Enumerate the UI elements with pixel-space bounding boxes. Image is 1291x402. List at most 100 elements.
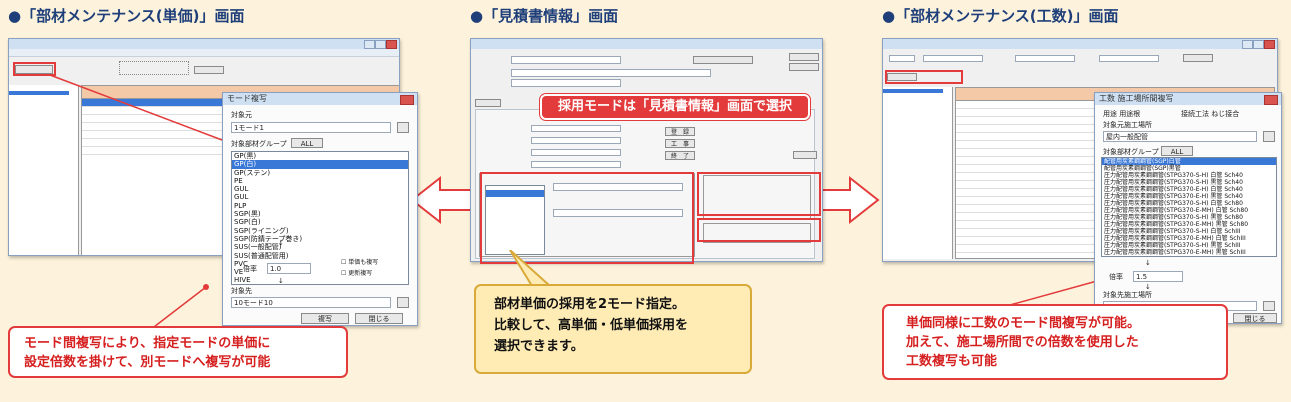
target-picker-button[interactable] <box>397 297 409 308</box>
list-item[interactable]: 圧力配管用炭素鋼鋼管(STPG370-E-MH) 白管 Sch80 <box>1102 207 1276 214</box>
right-callout-line1: 単価同様に工数のモード間複写が可能。 <box>906 316 1141 331</box>
end-button[interactable]: 終 了 <box>665 151 695 160</box>
list-item[interactable]: 圧力配管用炭素鋼鋼管(STPG370-S-H) 白管 Sch80 <box>1102 200 1276 207</box>
list-item[interactable]: SUS(普通配管用) <box>232 252 408 260</box>
list-item[interactable]: VE <box>232 268 408 276</box>
list-item[interactable]: 配管用炭素鋼鋼管(SGP)黒管 <box>1102 165 1276 172</box>
check-update-copy[interactable]: ☐ 更新複写 <box>341 270 372 278</box>
list-item[interactable]: 圧力配管用炭素鋼鋼管(STPG370-E-MH) 黒管 SchIII <box>1102 249 1276 256</box>
labor-dialog-close-button[interactable] <box>1264 95 1278 105</box>
list-item[interactable]: 圧力配管用炭素鋼鋼管(STPG370-E-MH) 白管 SchIII <box>1102 235 1276 242</box>
ok-button[interactable] <box>789 53 819 61</box>
usage-label: 用途 用途根 <box>1103 110 1141 118</box>
list-item[interactable]: PLP <box>232 202 408 210</box>
estimate-title <box>471 39 822 49</box>
left-callout: モード間複写により、指定モードの単価に 設定倍数を掛けて、別モードへ複写が可能 <box>8 326 348 378</box>
filter-field-2[interactable] <box>923 55 983 62</box>
list-item[interactable]: HIVE <box>232 276 408 284</box>
filter-field-4[interactable] <box>1099 55 1159 62</box>
list-item[interactable]: SGP(ライニング) <box>232 227 408 235</box>
project-name-field[interactable] <box>511 69 711 77</box>
mode4-field[interactable] <box>531 161 621 168</box>
middle-callout-line1: 部材単価の採用を2モード指定。 <box>494 297 686 312</box>
method-value: ねじ接合 <box>1211 110 1240 118</box>
target-place-label: 対象先施工場所 <box>1103 291 1152 299</box>
labor-dialog-title: 工数 施工場所間複写 <box>1095 93 1281 105</box>
list-item[interactable]: 圧力配管用炭素鋼鋼管(STPG370-E-H) 黒管 Sch40 <box>1102 193 1276 200</box>
labor-window-titlebar <box>883 39 1277 49</box>
ratio-input[interactable]: 1.0 <box>267 263 311 274</box>
list-item[interactable]: 圧力配管用炭素鋼鋼管(STPG370-E-MH) 黒管 Sch80 <box>1102 221 1276 228</box>
ratio-label: 倍率 <box>243 265 257 273</box>
labor-minimize-button[interactable] <box>1242 40 1253 49</box>
mode1-field[interactable] <box>531 125 621 132</box>
list-item[interactable]: 圧力配管用炭素鋼鋼管(STPG370-E-H) 白管 Sch40 <box>1102 186 1276 193</box>
history-button[interactable] <box>693 56 753 64</box>
copy-button[interactable]: 複写 <box>301 313 349 324</box>
labor-ratio-input[interactable]: 1.5 <box>1133 271 1183 282</box>
option-checkboxes[interactable] <box>701 125 811 165</box>
labor-all-button[interactable]: ALL <box>1161 146 1193 156</box>
left-callout-line2: 設定倍数を掛けて、別モードへ複写が可能 <box>24 355 271 370</box>
labor-ratio-label: 倍率 <box>1109 273 1123 281</box>
source-picker-button[interactable] <box>397 122 409 133</box>
source-place-field[interactable]: 屋内一般配管 <box>1103 131 1257 142</box>
filter-field-1[interactable] <box>889 55 915 62</box>
list-item[interactable]: GP(黒) <box>232 152 408 160</box>
list-item[interactable]: SUS(一般配管) <box>232 243 408 251</box>
tab-basic[interactable] <box>475 99 501 107</box>
check-unit-copy[interactable]: ☐ 単価も複写 <box>341 259 378 267</box>
list-item[interactable]: 圧力配管用炭素鋼鋼管(STPG370-S-H) 白管 SchIII <box>1102 228 1276 235</box>
price-adopt-highlight <box>697 172 821 216</box>
list-item[interactable]: GP(白) <box>232 160 408 169</box>
labor-tree-panel[interactable] <box>883 87 953 259</box>
list-item[interactable]: 圧力配管用炭素鋼鋼管(STPG370-S-H) 黒管 Sch40 <box>1102 179 1276 186</box>
group-label: 対象部材グループ <box>231 140 287 148</box>
list-item[interactable]: PVC <box>232 260 408 268</box>
calc-button[interactable] <box>793 151 817 159</box>
list-item[interactable]: PE <box>232 177 408 185</box>
down-arrow-2: ↓ <box>278 277 284 285</box>
labor-display-button[interactable] <box>1183 54 1213 62</box>
register-button[interactable]: 登 録 <box>665 127 695 136</box>
labor-place-copy-dialog: 工数 施工場所間複写 用途 用途根 接続工法 ねじ接合 対象元施工場所 屋内一般… <box>1094 92 1282 324</box>
usage-value: 用途根 <box>1119 110 1141 118</box>
list-item[interactable]: GUL <box>232 185 408 193</box>
place-copy-highlight <box>885 70 963 84</box>
dialog-title: モード複写 <box>223 93 417 105</box>
target-place-picker[interactable] <box>1263 301 1275 311</box>
close-dialog-button[interactable]: 閉じる <box>355 313 403 324</box>
group-list[interactable]: GP(黒) GP(白) GP(ステン) PE GUL GUL PLP SGP(黒) SGP(白)… <box>231 151 409 285</box>
middle-callout-line3: 選択できます。 <box>494 339 584 354</box>
right-callout: 単価同様に工数のモード間複写が可能。 加えて、施工場所間での倍数を使用した 工数… <box>882 304 1228 380</box>
list-item[interactable]: SGP(白) <box>232 218 408 226</box>
estimate-number-field[interactable] <box>511 56 621 64</box>
source-place-picker[interactable] <box>1263 131 1275 142</box>
arrow-left <box>410 175 479 225</box>
work-button[interactable]: 工 事 <box>665 139 695 148</box>
labor-close-button[interactable] <box>1264 40 1275 49</box>
down-arrow: ↓ <box>278 239 284 247</box>
client-field[interactable] <box>511 79 621 87</box>
right-callout-line3: 工数複写も可能 <box>906 354 998 369</box>
labor-mode-highlight <box>697 218 821 242</box>
method-label: 接続工法 ねじ接合 <box>1181 110 1240 118</box>
cancel-button[interactable] <box>789 63 819 71</box>
list-item[interactable]: 配管用炭素鋼鋼管(SGP)白管 <box>1102 158 1276 165</box>
mode3-field[interactable] <box>531 149 621 156</box>
labor-maximize-button[interactable] <box>1253 40 1264 49</box>
mode2-field[interactable] <box>531 137 621 144</box>
dialog-close-button[interactable] <box>400 95 414 105</box>
source-field[interactable]: 1モード1 <box>231 122 391 133</box>
mode-copy-dialog: モード複写 対象元 1モード1 対象部材グループ ALL GP(黒) GP(白) G… <box>222 92 418 326</box>
filter-field-3[interactable] <box>1015 55 1075 62</box>
list-item[interactable]: 圧力配管用炭素鋼鋼管(STPG370-S-H) 白管 Sch40 <box>1102 172 1276 179</box>
list-item[interactable]: 圧力配管用炭素鋼鋼管(STPG370-S-H) 黒管 Sch80 <box>1102 214 1276 221</box>
all-button[interactable]: ALL <box>291 138 323 148</box>
list-item[interactable]: GP(ステン) <box>232 169 408 177</box>
labor-group-list[interactable]: 配管用炭素鋼鋼管(SGP)白管 配管用炭素鋼鋼管(SGP)黒管 圧力配管用炭素鋼鋼管… <box>1101 157 1277 257</box>
list-item[interactable]: GUL <box>232 193 408 201</box>
target-field[interactable]: 10モード10 <box>231 297 391 308</box>
list-item[interactable]: 圧力配管用炭素鋼鋼管(STPG370-S-H) 黒管 SchIII <box>1102 242 1276 249</box>
labor-close-dialog-button[interactable]: 閉じる <box>1233 313 1277 323</box>
